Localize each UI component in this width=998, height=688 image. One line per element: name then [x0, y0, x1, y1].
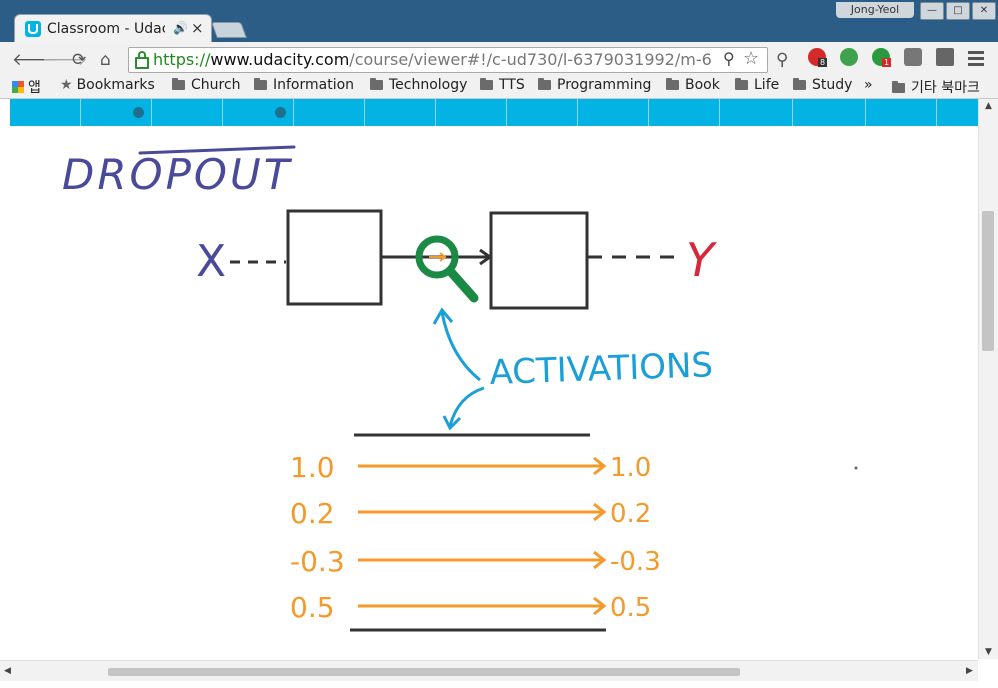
- maximize-button[interactable]: □: [946, 2, 970, 20]
- bookmark-item-other[interactable]: 기타 북마크: [892, 77, 980, 97]
- close-icon[interactable]: ×: [191, 19, 204, 37]
- activation-input-value: -0.3: [290, 545, 345, 578]
- evernote-icon[interactable]: [840, 48, 858, 66]
- folder-icon: [666, 78, 679, 90]
- window-titlebar: Classroom - Udacity 🔊 × Jong-Yeol — □ ✕: [0, 0, 998, 43]
- search-extension-icon[interactable]: ⚲: [776, 50, 788, 70]
- minimize-button[interactable]: —: [920, 2, 944, 20]
- bookmark-item-technology[interactable]: Technology: [370, 77, 467, 93]
- activation-output-value: -0.3: [610, 547, 661, 577]
- activation-input-value: 0.2: [290, 497, 335, 530]
- bookmarks-bar: 앱 ★ Bookmarks Church Information Technolo…: [0, 76, 998, 99]
- page-content: DROPOUT X Y ACTIVATIONS 1.0 1.0 0.2 0.2 -0.3…: [0, 99, 998, 688]
- activation-input-value: 1.0: [290, 451, 335, 484]
- activation-input-value: 0.5: [290, 591, 335, 624]
- camera-icon[interactable]: [904, 48, 922, 66]
- lesson-video-frame[interactable]: DROPOUT X Y ACTIVATIONS 1.0 1.0 0.2 0.2 -0.3…: [10, 126, 978, 661]
- home-icon[interactable]: ⌂: [100, 50, 111, 70]
- tab-title: Classroom - Udacity: [47, 21, 165, 37]
- horizontal-scroll-thumb[interactable]: [108, 668, 740, 676]
- bookmark-item-church[interactable]: Church: [172, 77, 241, 93]
- extension-icon[interactable]: 1: [872, 48, 892, 67]
- apps-shortcut[interactable]: 앱: [12, 77, 41, 97]
- progress-dot[interactable]: [275, 107, 286, 118]
- scroll-right-arrow[interactable]: ▶: [966, 666, 973, 676]
- folder-icon: [735, 78, 748, 90]
- lesson-progress-strip[interactable]: [10, 99, 978, 126]
- profile-button[interactable]: Jong-Yeol: [836, 2, 914, 18]
- lock-icon: [135, 51, 149, 69]
- browser-toolbar: 🡐 🡒 ⟳ ⌂ https://www.udacity.com/course/v…: [0, 42, 998, 76]
- input-label: X: [196, 236, 226, 287]
- star-icon: ★: [60, 77, 73, 93]
- url-text[interactable]: https://www.udacity.com/course/viewer#!/…: [153, 50, 713, 69]
- tts-extension-icon[interactable]: [936, 48, 954, 66]
- folder-icon: [254, 78, 267, 90]
- bookmark-item-information[interactable]: Information: [254, 77, 354, 93]
- bookmark-item-life[interactable]: Life: [735, 77, 779, 93]
- folder-icon: [172, 78, 185, 90]
- bookmark-item-book[interactable]: Book: [666, 77, 720, 93]
- folder-icon: [892, 81, 905, 93]
- scroll-left-arrow[interactable]: ◀: [4, 666, 11, 676]
- tab-classroom[interactable]: Classroom - Udacity 🔊 ×: [14, 14, 212, 43]
- bookmark-item-study[interactable]: Study: [793, 77, 852, 93]
- activations-label: ACTIVATIONS: [489, 345, 714, 393]
- lesson-title: DROPOUT: [62, 150, 293, 199]
- vertical-scrollbar[interactable]: ▲ ▼: [978, 99, 998, 659]
- menu-icon[interactable]: [968, 51, 984, 69]
- scroll-down-arrow[interactable]: ▼: [985, 647, 992, 657]
- progress-dot[interactable]: [133, 107, 144, 118]
- apps-grid-icon: [12, 81, 24, 93]
- layer-box-2: [489, 211, 589, 310]
- magnifier-icon: [415, 235, 479, 303]
- bookmark-item-tts[interactable]: TTS: [480, 77, 525, 93]
- zoom-icon[interactable]: ⚲: [723, 49, 735, 68]
- activation-output-value: 0.5: [610, 593, 651, 623]
- folder-icon: [793, 78, 806, 90]
- reload-icon[interactable]: ⟳: [72, 50, 86, 70]
- bookmark-star-icon[interactable]: ☆: [743, 48, 759, 69]
- window-close-button[interactable]: ✕: [972, 2, 996, 20]
- vertical-scroll-thumb[interactable]: [982, 211, 994, 351]
- folder-icon: [480, 78, 493, 90]
- bookmark-item-bookmarks[interactable]: ★ Bookmarks: [60, 77, 155, 93]
- address-bar[interactable]: https://www.udacity.com/course/viewer#!/…: [128, 47, 768, 73]
- new-tab-button[interactable]: [211, 22, 247, 38]
- folder-icon: [370, 78, 383, 90]
- speaker-icon[interactable]: 🔊: [173, 21, 188, 35]
- adblock-icon[interactable]: 8: [808, 48, 828, 67]
- activation-output-value: 0.2: [610, 499, 651, 529]
- bookmark-item-programming[interactable]: Programming: [538, 77, 651, 93]
- folder-icon: [538, 78, 551, 90]
- bookmarks-overflow-button[interactable]: »: [864, 77, 873, 93]
- output-label: Y: [686, 233, 718, 287]
- scroll-up-arrow[interactable]: ▲: [985, 101, 992, 111]
- udacity-logo-icon: [25, 21, 41, 37]
- layer-box-1: [286, 209, 383, 306]
- horizontal-scrollbar[interactable]: ◀ ▶: [0, 660, 978, 681]
- activation-rows: 1.0 1.0 0.2 0.2 -0.3 -0.3 0.5 0.5: [290, 451, 661, 624]
- activation-output-value: 1.0: [610, 453, 651, 483]
